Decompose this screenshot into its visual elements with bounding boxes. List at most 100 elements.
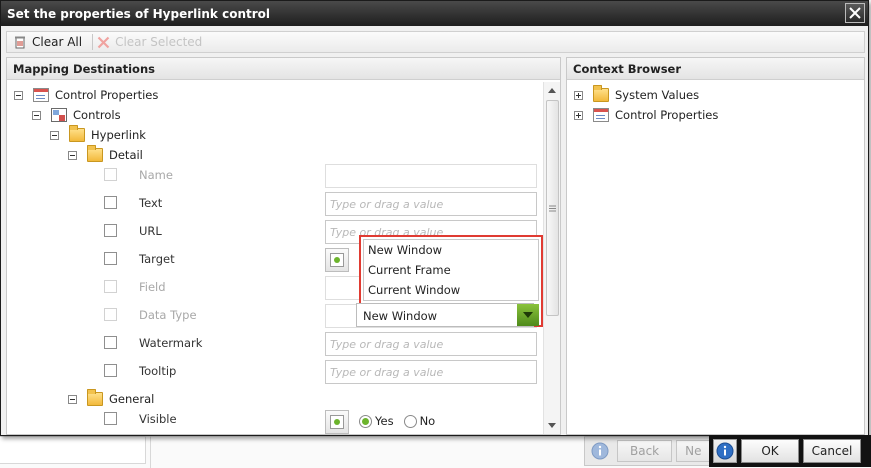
tree-node-label: Control Properties xyxy=(615,108,719,122)
clear-all-icon xyxy=(15,36,25,49)
next-button[interactable]: Ne xyxy=(676,440,711,462)
property-row-name: Name xyxy=(7,164,547,188)
info-icon[interactable] xyxy=(587,439,613,463)
tree-node-system-values[interactable]: System Values xyxy=(574,85,700,104)
visible-checkbox[interactable] xyxy=(104,412,117,425)
url-label: URL xyxy=(139,224,162,238)
target-label: Target xyxy=(139,252,175,266)
dialog-titlebar: Set the properties of Hyperlink control xyxy=(1,1,868,26)
scroll-thumb[interactable] xyxy=(546,100,559,316)
clear-all-label: Clear All xyxy=(32,35,83,49)
visible-no-radio[interactable] xyxy=(403,414,417,428)
form-icon xyxy=(33,88,49,102)
ok-button[interactable]: OK xyxy=(741,439,799,463)
clear-all-button[interactable]: Clear All xyxy=(13,32,88,52)
folder-open-icon xyxy=(87,145,103,162)
name-checkbox[interactable] xyxy=(104,168,117,181)
data-type-label: Data Type xyxy=(139,308,197,322)
tree-node-control-properties[interactable]: Control Properties xyxy=(14,86,158,104)
text-checkbox[interactable] xyxy=(104,196,117,209)
collapse-icon[interactable] xyxy=(14,90,23,100)
tree-node-label: System Values xyxy=(615,88,700,102)
hyperlink-properties-dialog: Set the properties of Hyperlink control … xyxy=(0,0,869,436)
folder-open-icon xyxy=(69,125,85,142)
tree-node-label: Control Properties xyxy=(55,88,159,102)
name-field[interactable] xyxy=(325,164,537,188)
visible-yes-radio[interactable] xyxy=(359,414,372,428)
text-field[interactable]: Type or drag a value xyxy=(325,192,537,216)
controls-icon xyxy=(51,108,67,122)
data-type-checkbox[interactable] xyxy=(104,308,117,321)
delete-x-icon xyxy=(97,36,110,48)
property-row-text: Text Type or drag a value xyxy=(7,192,547,216)
field-label: Field xyxy=(139,280,166,294)
watermark-field[interactable]: Type or drag a value xyxy=(325,332,537,356)
tree-node-general[interactable]: General xyxy=(68,389,155,408)
tooltip-label: Tooltip xyxy=(139,364,177,378)
value-toggle-icon xyxy=(330,415,344,429)
cancel-button[interactable]: Cancel xyxy=(803,439,861,463)
clear-selected-button[interactable]: Clear Selected xyxy=(97,32,208,52)
clear-selected-label: Clear Selected xyxy=(115,35,203,49)
property-row-tooltip: Tooltip Type or drag a value xyxy=(7,360,547,384)
chevron-down-icon[interactable] xyxy=(517,304,539,326)
mapping-destinations-header: Mapping Destinations xyxy=(7,58,560,80)
back-button[interactable]: Back xyxy=(617,440,673,462)
vertical-scrollbar[interactable] xyxy=(543,82,560,434)
tooltip-checkbox[interactable] xyxy=(104,364,117,377)
dialog-title: Set the properties of Hyperlink control xyxy=(7,6,270,21)
tree-node-label: Hyperlink xyxy=(91,128,146,142)
watermark-checkbox[interactable] xyxy=(104,336,117,349)
toolbar-separator xyxy=(92,34,94,50)
scroll-up-arrow-icon xyxy=(548,88,556,93)
visible-label: Visible xyxy=(139,412,177,426)
collapse-icon[interactable] xyxy=(68,394,77,404)
tree-node-hyperlink[interactable]: Hyperlink xyxy=(50,125,146,144)
tree-node-control-properties[interactable]: Control Properties xyxy=(574,106,718,124)
tree-node-controls[interactable]: Controls xyxy=(32,106,121,124)
collapse-icon[interactable] xyxy=(50,130,59,140)
background-field xyxy=(0,436,146,464)
grip-icon xyxy=(549,205,556,211)
field-checkbox[interactable] xyxy=(104,280,117,293)
target-option-new-window[interactable]: New Window xyxy=(364,240,538,260)
context-browser-panel: Context Browser System Values Control Pr… xyxy=(566,57,865,435)
background-divider xyxy=(150,436,151,468)
tree-node-label: Detail xyxy=(109,148,143,162)
visible-yes-label: Yes xyxy=(375,414,394,428)
toolbar: Clear All Clear Selected xyxy=(6,31,865,53)
dialog-action-bar: OK Cancel xyxy=(709,435,871,467)
watermark-label: Watermark xyxy=(139,336,203,350)
help-button[interactable] xyxy=(713,439,737,463)
collapse-icon[interactable] xyxy=(68,150,77,160)
name-label: Name xyxy=(139,168,173,182)
folder-open-icon xyxy=(87,389,103,406)
target-select[interactable]: New Window xyxy=(356,303,534,327)
value-toggle-icon xyxy=(330,253,344,267)
target-option-current-frame[interactable]: Current Frame xyxy=(364,260,538,280)
expand-icon[interactable] xyxy=(574,90,583,100)
target-checkbox[interactable] xyxy=(104,252,117,265)
tree-node-detail[interactable]: Detail xyxy=(68,145,143,164)
folder-icon xyxy=(593,85,609,102)
value-type-toggle-button[interactable] xyxy=(325,410,349,434)
tooltip-field[interactable]: Type or drag a value xyxy=(325,360,537,384)
visible-radio-group: Yes No xyxy=(359,414,435,428)
collapse-icon[interactable] xyxy=(32,110,41,120)
tree-node-label: General xyxy=(109,392,155,406)
info-icon xyxy=(716,442,734,460)
text-label: Text xyxy=(139,196,163,210)
close-icon xyxy=(849,7,861,19)
expand-icon[interactable] xyxy=(574,110,583,120)
tree-node-label: Controls xyxy=(73,108,121,122)
target-option-current-window[interactable]: Current Window xyxy=(364,280,538,300)
close-button[interactable] xyxy=(845,3,865,23)
value-type-toggle-button[interactable] xyxy=(325,248,349,272)
wizard-navigation: Back Ne xyxy=(584,436,712,466)
property-row-visible: Visible Yes No xyxy=(7,408,547,434)
visible-no-label: No xyxy=(419,414,436,428)
property-row-watermark: Watermark Type or drag a value xyxy=(7,332,547,356)
url-checkbox[interactable] xyxy=(104,224,117,237)
context-browser-header: Context Browser xyxy=(567,58,864,80)
target-options-list: New Window Current Frame Current Window xyxy=(363,239,539,301)
